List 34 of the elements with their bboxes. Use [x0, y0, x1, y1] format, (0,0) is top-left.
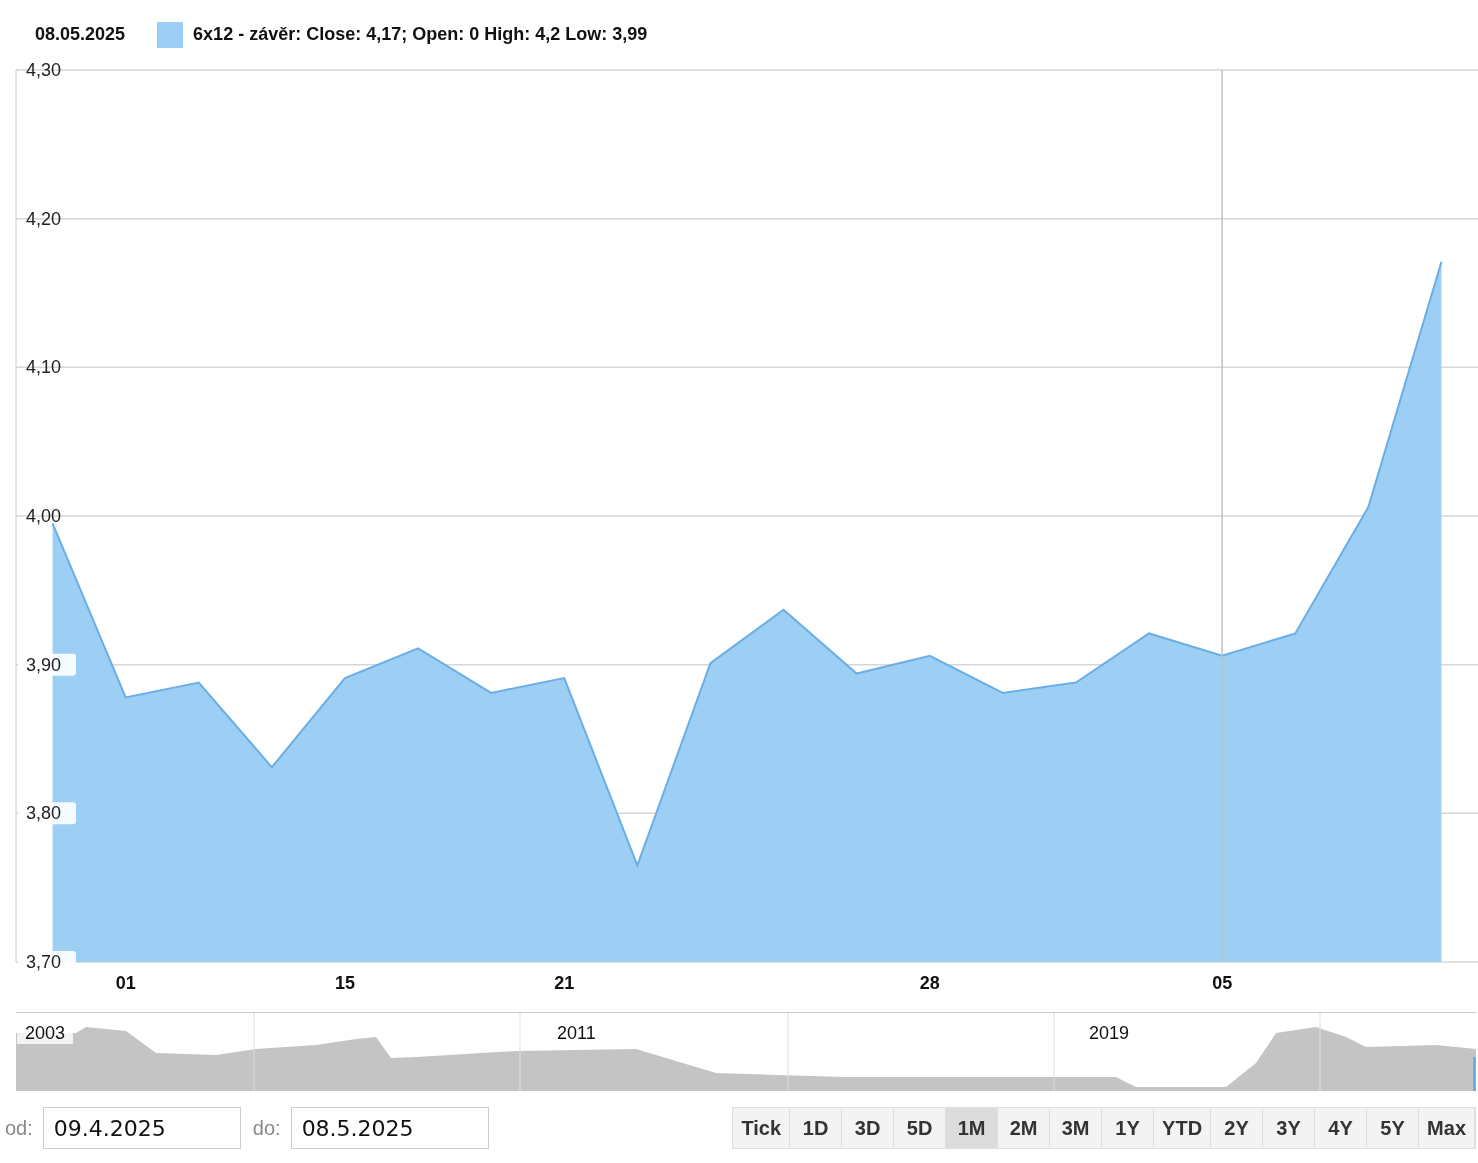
x-axis-label: 15: [334, 973, 355, 993]
navigator-year-label: 2003: [17, 1023, 74, 1044]
range-button[interactable]: 2M: [998, 1108, 1051, 1148]
x-axis-label: 28: [919, 973, 940, 993]
range-button[interactable]: 1M: [946, 1108, 999, 1148]
range-button[interactable]: Tick: [733, 1108, 791, 1148]
to-date-field[interactable]: 08.5.2025: [290, 1107, 489, 1149]
y-axis-label: 4,00: [26, 506, 62, 526]
y-axis-label: 3,70: [26, 952, 62, 972]
range-button[interactable]: 3Y: [1263, 1108, 1316, 1148]
range-button[interactable]: YTD: [1154, 1108, 1212, 1148]
y-axis-label: 4,10: [26, 357, 62, 378]
range-button[interactable]: 1Y: [1102, 1108, 1155, 1148]
legend-series-text: 6x12 - závěr: Close: 4,17; Open: 0 High: 4,2 Low: 3,99: [193, 24, 648, 45]
to-label: do:: [252, 1116, 281, 1140]
from-label: od:: [5, 1116, 33, 1140]
range-button[interactable]: 3D: [842, 1108, 895, 1148]
x-axis-label: 05: [1212, 973, 1233, 993]
x-axis-label: 21: [554, 973, 575, 993]
y-axis-label: 4,20: [26, 208, 62, 229]
y-axis-label: 3,80: [26, 803, 62, 824]
range-button[interactable]: 4Y: [1315, 1108, 1368, 1148]
navigator-panel[interactable]: 2003 2011 2019: [16, 1012, 1476, 1091]
range-button[interactable]: Max: [1419, 1108, 1475, 1148]
range-button[interactable]: 2Y: [1211, 1108, 1264, 1148]
y-axis-label: 3,90: [26, 654, 62, 675]
range-button[interactable]: 3M: [1050, 1108, 1103, 1148]
range-button[interactable]: 5D: [894, 1108, 947, 1148]
range-button[interactable]: 5Y: [1367, 1108, 1420, 1148]
y-axis-label: 4,30: [26, 60, 62, 80]
legend-date: 08.05.2025: [35, 24, 126, 45]
from-date-field[interactable]: 09.4.2025: [42, 1107, 241, 1149]
range-button[interactable]: 1D: [790, 1108, 843, 1148]
x-axis-label: 01: [115, 973, 136, 993]
